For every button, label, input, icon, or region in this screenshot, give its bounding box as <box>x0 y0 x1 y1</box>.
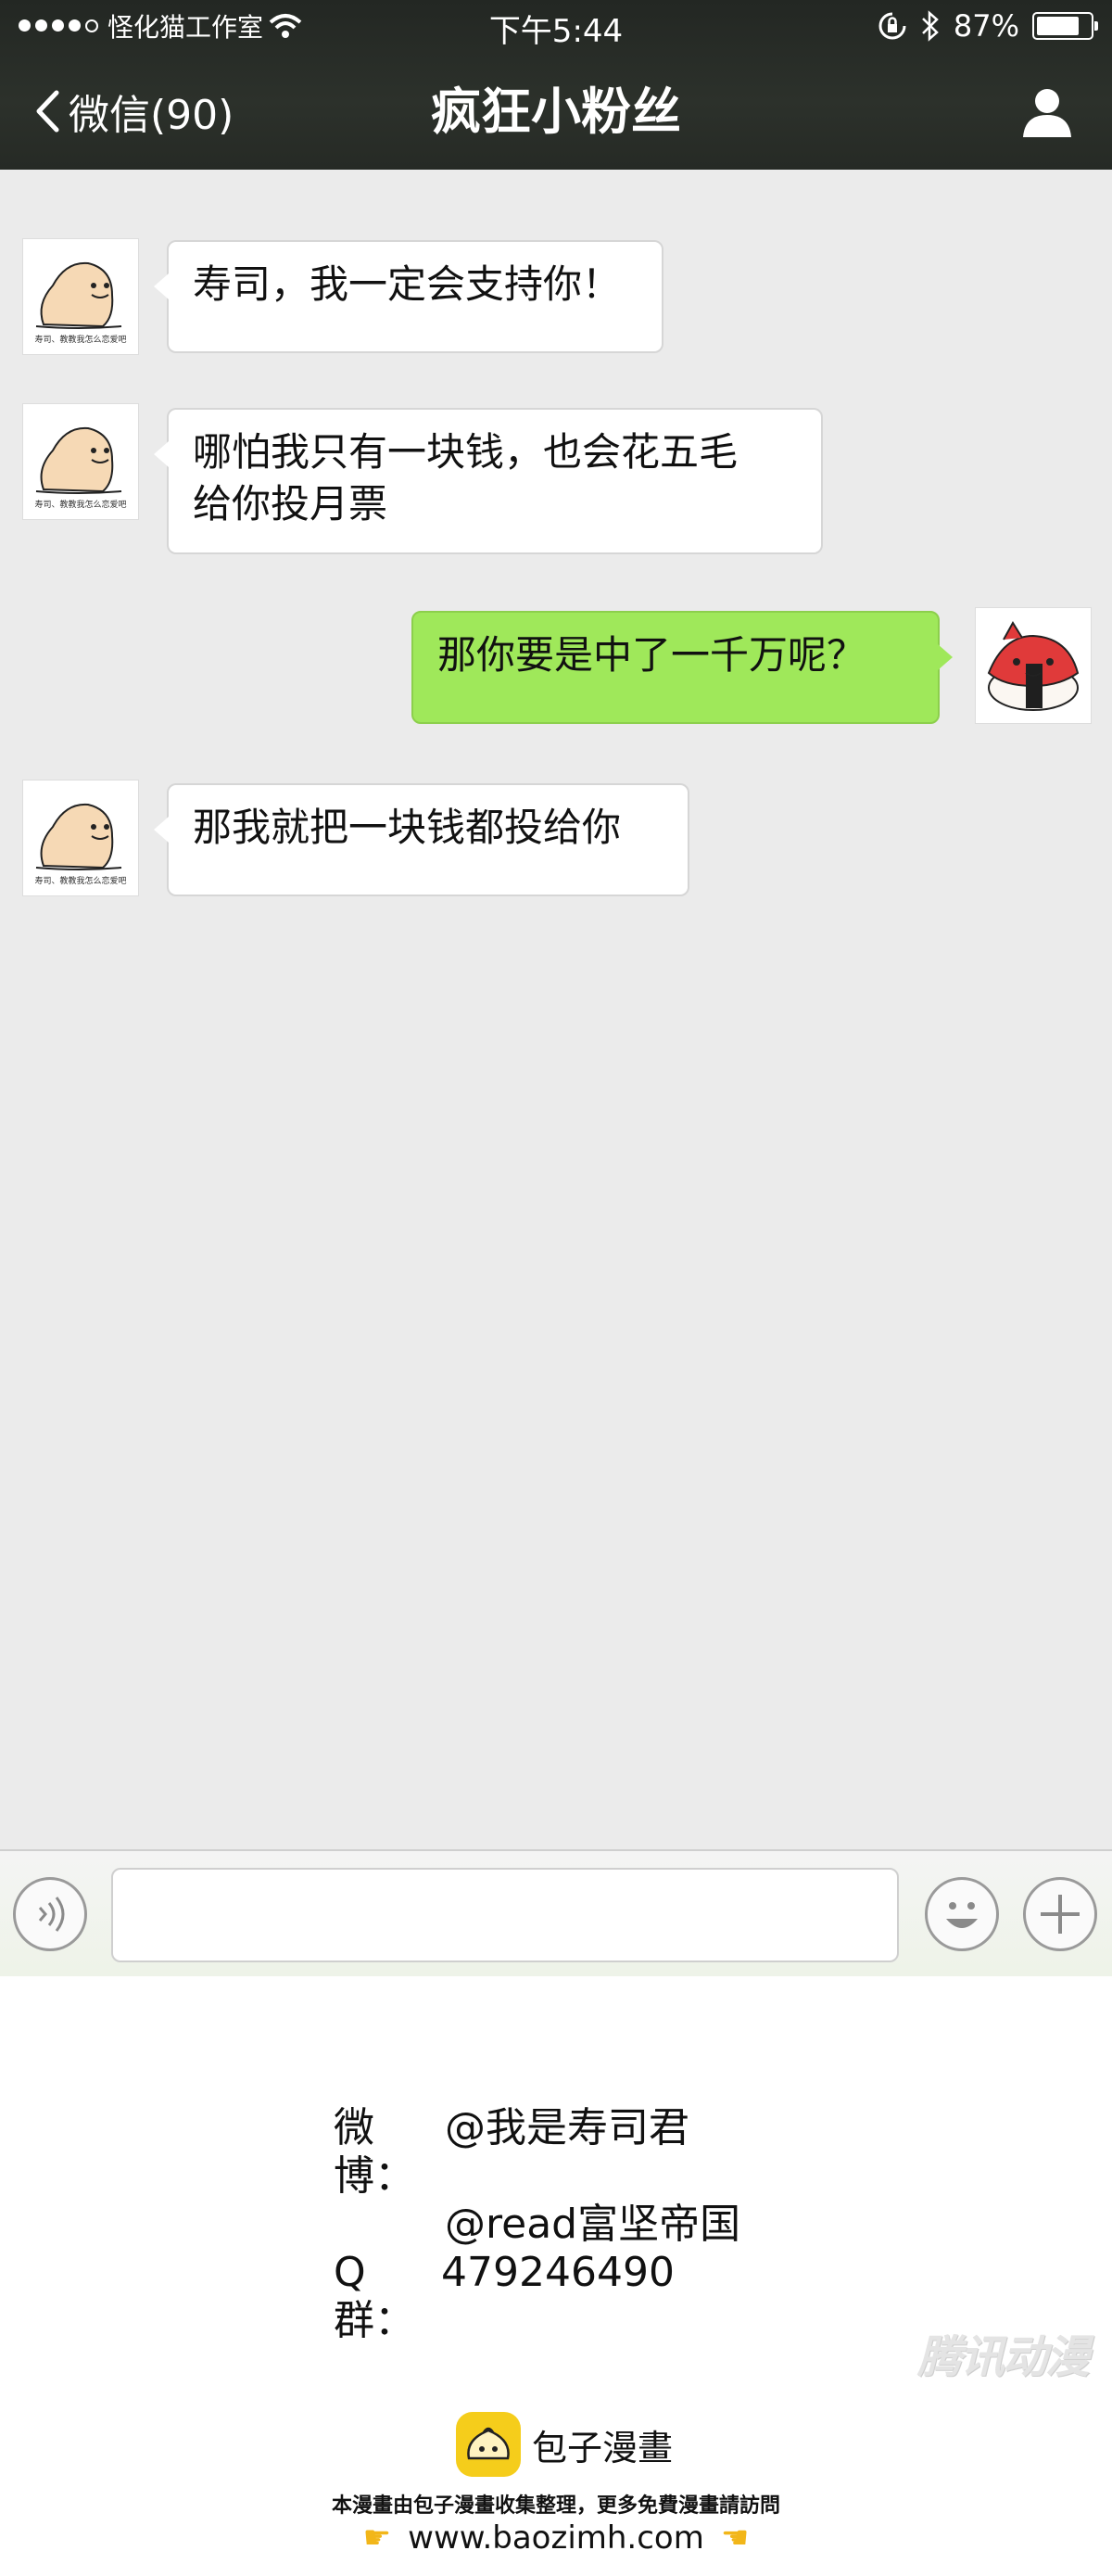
status-bar-right: 87% <box>878 7 1098 44</box>
navigation-bar: 怪化猫工作室 下午5:44 87% 微信(90) 疯狂小粉丝 <box>0 0 1112 170</box>
sushi-character-avatar-image <box>987 621 1080 711</box>
weibo-account-2: @read富坚帝国 <box>445 2201 741 2248</box>
message-text: 那你要是中了一千万呢？ <box>437 632 866 678</box>
site-url[interactable]: www.baozimh.com <box>408 2519 704 2557</box>
message-bubble-sent[interactable]: 那你要是中了一千万呢？ <box>411 611 953 724</box>
message-text-line: 哪怕我只有一块钱，也会花五毛 <box>193 429 739 475</box>
site-link-row: ☛ www.baozimh.com ☚ <box>0 2519 1112 2557</box>
pointing-right-hand-icon: ☛ <box>362 2519 392 2557</box>
bluetooth-icon <box>921 10 939 42</box>
brand-description: 本漫畫由包子漫畫收集整理，更多免費漫畫請訪問 <box>331 2494 780 2518</box>
message-text: 寿司，我一定会支持你！ <box>193 261 622 307</box>
qq-group-label: Q群： <box>334 2249 415 2344</box>
chat-title: 疯狂小粉丝 <box>431 82 681 141</box>
contact-avatar[interactable]: 寿司、教教我怎么恋爱吧 <box>22 780 139 896</box>
author-credits: 微博： @我是寿司君 @read富坚帝国 Q群： 479246490 <box>334 2104 740 2345</box>
weibo-label: 微博： <box>334 2104 415 2200</box>
avatar-caption: 寿司、教教我怎么恋爱吧 <box>34 336 127 345</box>
baozi-logo-icon <box>456 2412 521 2477</box>
plus-icon <box>1041 1895 1080 1934</box>
voice-button[interactable] <box>13 1877 87 1951</box>
qq-group-number: 479246490 <box>441 2249 675 2296</box>
contact-avatar[interactable]: 寿司、教教我怎么恋爱吧 <box>22 403 139 520</box>
profile-icon[interactable] <box>1019 83 1075 139</box>
weibo-account-1: @我是寿司君 <box>445 2104 689 2151</box>
pointing-left-hand-icon: ☚ <box>720 2519 750 2557</box>
avatar-caption: 寿司、教教我怎么恋爱吧 <box>34 877 127 886</box>
tencent-comics-watermark: 腾讯动漫 <box>917 2331 1090 2383</box>
message-input[interactable] <box>111 1868 899 1962</box>
message-input-bar <box>0 1849 1112 1976</box>
avatar-caption: 寿司、教教我怎么恋爱吧 <box>34 501 127 510</box>
message-text: 那我就把一块钱都投给你 <box>193 805 622 850</box>
message-bubble-received[interactable]: 寿司，我一定会支持你！ <box>154 240 663 353</box>
brand-name: 包子漫畫 <box>532 2427 674 2468</box>
message-bubble-received[interactable]: 那我就把一块钱都投给你 <box>154 783 689 896</box>
voice-icon <box>38 1897 65 1932</box>
baozi-brand[interactable]: 包子漫畫 <box>456 2412 673 2477</box>
more-actions-button[interactable] <box>1023 1877 1097 1951</box>
contact-avatar[interactable]: 寿司、教教我怎么恋爱吧 <box>22 238 139 355</box>
rotation-lock-icon <box>878 12 906 40</box>
emoji-button[interactable] <box>925 1877 999 1951</box>
chat-area[interactable]: 寿司、教教我怎么恋爱吧 寿司，我一定会支持你！ 寿司、教教我怎么恋爱吧 哪怕我只… <box>0 170 1112 1849</box>
battery-icon <box>1032 12 1098 40</box>
message-bubble-received[interactable]: 哪怕我只有一块钱，也会花五毛 给你投月票 <box>154 408 823 554</box>
smiley-face-icon <box>946 1902 978 1928</box>
message-text-line: 给你投月票 <box>193 481 388 527</box>
battery-percentage: 87% <box>953 8 1019 44</box>
my-avatar[interactable] <box>975 607 1092 724</box>
